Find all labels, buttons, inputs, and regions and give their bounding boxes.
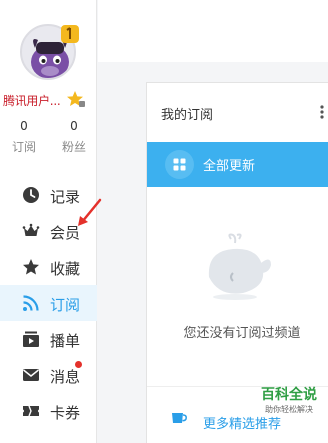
coffee-cup-icon: [172, 413, 187, 423]
nav-item-favorites[interactable]: 收藏: [0, 249, 97, 285]
nav-label-messages: 消息: [50, 368, 81, 386]
nav-item-playlists[interactable]: 播单: [0, 321, 97, 357]
stat-fans-value: 0: [70, 119, 78, 133]
empty-whale-icon: [208, 233, 271, 300]
vip-crown-icon: [61, 25, 79, 43]
nav-label-subscriptions: 订阅: [50, 296, 81, 314]
nav-item-coupons[interactable]: 卡券: [0, 393, 97, 429]
ticket-icon: [23, 405, 39, 417]
grid-icon-wrap: [165, 150, 194, 179]
watermark-title: 百科全说: [261, 387, 317, 403]
nav-label-playlists: 播单: [50, 332, 81, 350]
username-row[interactable]: 腾讯用户...: [0, 90, 97, 110]
more-options-icon[interactable]: [320, 105, 324, 119]
vip-star-icon: [67, 91, 85, 107]
nav-label-coupons: 卡券: [50, 404, 81, 422]
update-all-button[interactable]: 全部更新: [147, 142, 328, 187]
playlist-icon: [23, 331, 39, 347]
nav-label-favorites: 收藏: [50, 260, 81, 278]
top-bar: [98, 0, 328, 62]
stat-subscriptions[interactable]: 0 订阅: [4, 119, 44, 155]
stat-fans-label: 粉丝: [61, 140, 86, 154]
stat-subscriptions-label: 订阅: [11, 140, 36, 154]
watermark-subtitle: 助你轻松解决: [265, 405, 313, 414]
grid-icon: [173, 158, 186, 171]
star-icon: [23, 259, 39, 275]
watermark: 百科全说 助你轻松解决: [250, 384, 328, 418]
username[interactable]: 腾讯用户...: [3, 92, 61, 109]
stat-fans[interactable]: 0 粉丝: [54, 119, 94, 155]
rss-icon: [23, 295, 39, 311]
annotation-arrow-icon: [78, 198, 102, 226]
mail-icon: [23, 369, 39, 381]
clock-icon: [23, 187, 39, 203]
nav-item-subscriptions[interactable]: 订阅: [0, 285, 97, 321]
panel-title: 我的订阅: [161, 108, 214, 123]
empty-message: 您还没有订阅过频道: [183, 326, 301, 341]
crown-icon: [22, 223, 40, 236]
nav-item-messages[interactable]: 消息: [0, 357, 97, 393]
stat-subscriptions-value: 0: [20, 119, 28, 133]
update-all-label: 全部更新: [203, 159, 256, 174]
unread-badge: [75, 361, 82, 368]
